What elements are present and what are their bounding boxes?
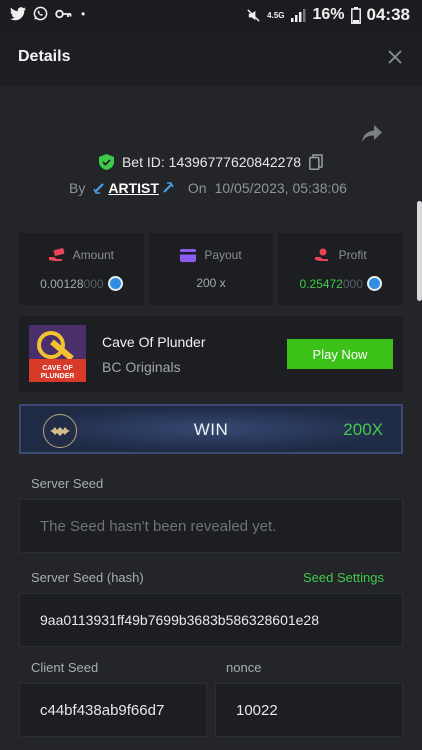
bet-author-row: By ARTIST On 10/05/2023, 05:38:06: [69, 180, 347, 196]
link-icon: [93, 183, 105, 194]
profit-value: 0.25472 000: [278, 276, 403, 291]
modal-header: Details: [0, 30, 422, 86]
username: ARTIST: [108, 180, 159, 196]
battery-percent: 16%: [312, 6, 345, 23]
on-label: On: [187, 180, 207, 196]
status-bar: • 4.5G 16% 04:38: [0, 0, 422, 30]
whatsapp-icon: [33, 6, 48, 21]
amount-header: Amount: [19, 248, 144, 262]
result-multiplier: 200X: [343, 420, 383, 439]
payout-header: Payout: [149, 248, 274, 262]
svg-text:PLUNDER: PLUNDER: [41, 373, 75, 380]
battery-icon: [350, 6, 361, 24]
payout-stat: Payout 200 x: [148, 233, 274, 305]
wallet-icon: [180, 248, 197, 262]
payout-label: Payout: [204, 248, 242, 262]
bet-stats: Amount 0.00128 000 Payout 200 x Profit 0.…: [19, 233, 404, 305]
money-hand-icon: [48, 248, 65, 261]
key-icon: [55, 9, 72, 18]
username-link[interactable]: ARTIST: [93, 180, 174, 196]
server-seed-label: Server Seed: [31, 476, 104, 491]
client-seed-label: Client Seed: [31, 660, 99, 675]
more-notifications-dot: •: [81, 6, 86, 21]
game-artwork: CAVE OF PLUNDER: [29, 325, 86, 382]
clock: 04:38: [366, 5, 410, 24]
shield-check-icon: [98, 154, 114, 170]
amount-main: 0.00128: [40, 276, 84, 291]
svg-text:CAVE OF: CAVE OF: [42, 365, 73, 372]
profit-header: Profit: [278, 248, 403, 262]
close-icon: [388, 50, 402, 64]
nonce-label: nonce: [226, 660, 262, 675]
amount-value: 0.00128 000: [19, 276, 144, 291]
currency-coin-icon: [366, 276, 382, 291]
server-seed-hash-field[interactable]: 9aa0113931ff49b7699b3683b586328601e28: [19, 593, 403, 647]
seed-settings-link[interactable]: Seed Settings: [303, 570, 384, 585]
server-seed-field: The Seed hasn't been revealed yet.: [19, 499, 403, 553]
scrollbar-thumb[interactable]: [417, 201, 422, 301]
profit-hand-icon: [314, 248, 328, 261]
network-type: 4.5G: [267, 10, 285, 20]
status-bar-system: 4.5G 16% 04:38: [246, 5, 410, 25]
link-icon: [163, 182, 174, 193]
game-card: CAVE OF PLUNDER Cave Of Plunder BC Origi…: [19, 316, 403, 392]
amount-label: Amount: [72, 248, 115, 262]
by-label: By: [69, 180, 86, 196]
amount-stat: Amount 0.00128 000: [19, 233, 144, 305]
profit-stat: Profit 0.25472 000: [278, 233, 404, 305]
close-button[interactable]: [382, 44, 408, 70]
nonce-field[interactable]: 10022: [215, 683, 403, 737]
currency-coin-icon: [107, 276, 123, 291]
profit-dim: 000: [342, 276, 363, 291]
payout-value: 200 x: [196, 276, 226, 290]
share-icon[interactable]: [361, 124, 383, 144]
profit-label: Profit: [338, 248, 367, 262]
client-seed-field[interactable]: c44bf438ab9f66d7: [19, 683, 207, 737]
game-provider: BC Originals: [102, 359, 181, 375]
game-name[interactable]: Cave Of Plunder: [102, 334, 206, 350]
bet-datetime: 10/05/2023, 05:38:06: [214, 180, 347, 196]
bet-id-row: Bet ID: 14396777620842278: [0, 154, 422, 170]
server-seed-hash-label: Server Seed (hash): [31, 570, 144, 585]
game-thumbnail[interactable]: CAVE OF PLUNDER: [29, 325, 86, 382]
modal-title: Details: [18, 48, 71, 65]
status-bar-notifications: •: [10, 6, 85, 21]
bet-id: Bet ID: 14396777620842278: [121, 154, 302, 170]
play-now-button[interactable]: Play Now: [287, 339, 393, 369]
copy-icon[interactable]: [309, 154, 323, 170]
result-banner: WIN 200X: [19, 404, 403, 454]
profit-main: 0.25472: [299, 276, 343, 291]
amount-dim: 000: [83, 276, 104, 291]
signal-icon: [291, 9, 306, 22]
mute-icon: [247, 8, 260, 22]
twitter-icon: [10, 6, 26, 20]
